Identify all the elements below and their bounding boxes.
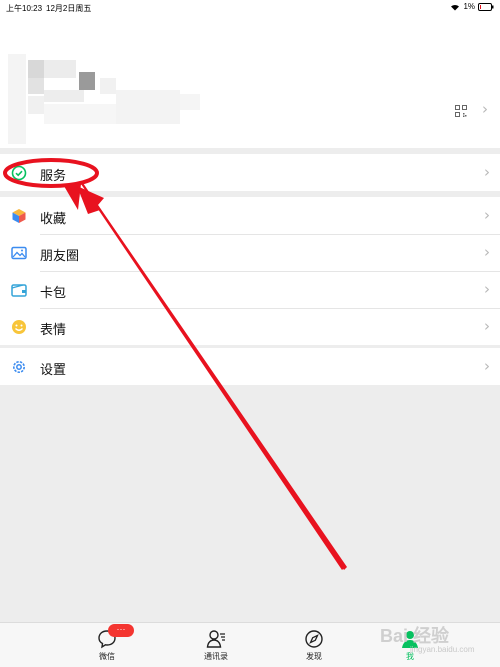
contacts-icon: [206, 630, 225, 648]
main-group: 收藏 › 朋友圈 › 卡包 › 表情 ›: [0, 197, 500, 345]
status-bar: 上午10:23 12月2日周五 1%: [0, 0, 500, 16]
menu-label-service: 服务: [40, 168, 67, 183]
tab-label-chats: 微信: [99, 652, 115, 661]
menu-item-favorites[interactable]: 收藏 ›: [0, 197, 500, 234]
menu-label-favorites: 收藏: [40, 211, 67, 226]
compass-icon: [305, 630, 323, 648]
smiley-face-icon: [12, 320, 26, 334]
profile-header[interactable]: ›: [0, 16, 500, 148]
chevron-right-icon: ›: [484, 280, 490, 298]
menu-label-moments: 朋友圈: [40, 248, 80, 263]
battery-percent: 1%: [463, 2, 475, 11]
tab-discover[interactable]: 发现: [294, 629, 334, 662]
wallet-card-icon: [11, 284, 27, 297]
wifi-icon: [451, 4, 460, 10]
settings-group: 设置 ›: [0, 348, 500, 385]
status-date: 12月2日周五: [46, 4, 92, 13]
blurred-avatar: [8, 54, 26, 144]
service-group: 服务 ›: [0, 154, 500, 191]
chevron-right-icon: ›: [484, 206, 490, 224]
tab-label-discover: 发现: [306, 652, 322, 661]
qr-code-icon[interactable]: [455, 105, 467, 117]
menu-item-service[interactable]: 服务 ›: [0, 154, 500, 191]
chevron-right-icon: ›: [484, 317, 490, 335]
moments-icon: [11, 246, 27, 260]
menu-item-settings[interactable]: 设置 ›: [0, 348, 500, 385]
blurred-name: [28, 60, 44, 78]
chevron-right-icon: ›: [484, 243, 490, 261]
unread-badge: ···: [108, 624, 134, 637]
gear-icon: [13, 361, 25, 373]
profile-chevron-icon: ›: [482, 100, 488, 118]
status-right: 1%: [450, 2, 494, 11]
chevron-right-icon: ›: [484, 163, 490, 181]
menu-item-stickers[interactable]: 表情 ›: [0, 308, 500, 345]
battery-icon: [478, 2, 494, 11]
status-time: 上午10:23: [6, 4, 43, 13]
chevron-right-icon: ›: [484, 357, 490, 375]
watermark-url: jingyan.baidu.com: [410, 645, 475, 654]
favorites-icon: [12, 209, 26, 223]
menu-item-cards[interactable]: 卡包 ›: [0, 271, 500, 308]
service-icon: [11, 165, 27, 181]
menu-label-settings: 设置: [40, 362, 67, 377]
tab-label-contacts: 通讯录: [204, 652, 228, 661]
menu-label-cards: 卡包: [40, 285, 67, 300]
menu-item-moments[interactable]: 朋友圈 ›: [0, 234, 500, 271]
menu-label-stickers: 表情: [40, 322, 67, 337]
tab-contacts[interactable]: 通讯录: [196, 629, 236, 662]
